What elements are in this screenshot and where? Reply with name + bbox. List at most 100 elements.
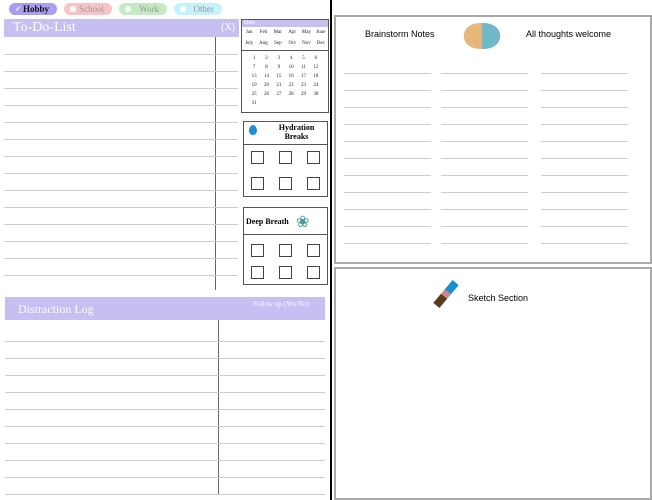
month-dec[interactable]: Dec	[314, 41, 328, 46]
day[interactable]: 21	[273, 83, 285, 88]
day[interactable]: 28	[285, 92, 297, 97]
checkbox[interactable]	[251, 244, 264, 257]
month-apr[interactable]: Apr	[285, 30, 299, 35]
breath-title: Deep Breath	[246, 217, 289, 226]
tag-label: Hobby	[22, 4, 49, 14]
todo-header: To-Do-List (X)	[4, 19, 239, 37]
day[interactable]: 12	[310, 65, 322, 70]
distraction-line	[5, 477, 325, 478]
tag-other[interactable]: Other	[174, 3, 222, 15]
tag-label: School	[78, 4, 104, 14]
month-may[interactable]: May	[299, 30, 313, 35]
checkbox[interactable]	[307, 244, 320, 257]
checkbox[interactable]	[307, 177, 320, 190]
distraction-line	[5, 392, 325, 393]
followup-label: Follow up (Yes/No)	[253, 300, 309, 308]
tag-work[interactable]: Work	[119, 3, 167, 15]
day[interactable]: 18	[310, 74, 322, 79]
note-line	[344, 141, 431, 142]
day[interactable]: 5	[297, 56, 309, 61]
checkbox[interactable]	[251, 266, 264, 279]
checkbox[interactable]	[307, 266, 320, 279]
day[interactable]: 24	[310, 83, 322, 88]
todo-line	[4, 71, 238, 72]
month-jan[interactable]: Jan	[242, 30, 256, 35]
checkbox[interactable]	[279, 177, 292, 190]
day[interactable]: 16	[285, 74, 297, 79]
note-line	[541, 226, 628, 227]
day[interactable]: 25	[248, 92, 260, 97]
day[interactable]: 15	[273, 74, 285, 79]
note-line	[541, 107, 628, 108]
note-line	[344, 107, 431, 108]
note-line	[541, 90, 628, 91]
day[interactable]: 29	[297, 92, 309, 97]
distraction-line	[5, 426, 325, 427]
month-mar[interactable]: Mar	[271, 30, 285, 35]
day[interactable]: 13	[248, 74, 260, 79]
day[interactable]: 3	[273, 56, 285, 61]
distraction-line	[5, 341, 325, 342]
todo-line	[4, 275, 238, 276]
tag-hobby[interactable]: ✓ Hobby	[9, 3, 57, 15]
day[interactable]: 27	[273, 92, 285, 97]
day[interactable]: 26	[260, 92, 272, 97]
distraction-line	[5, 460, 325, 461]
day[interactable]: 17	[297, 74, 309, 79]
note-line	[344, 192, 431, 193]
day[interactable]: 9	[273, 65, 285, 70]
breath-box: Deep Breath ❀	[243, 207, 328, 285]
day[interactable]: 11	[297, 65, 309, 70]
month-aug[interactable]: Aug	[256, 41, 270, 46]
day[interactable]: 19	[248, 83, 260, 88]
day[interactable]: 8	[260, 65, 272, 70]
note-line	[344, 90, 431, 91]
note-line	[441, 226, 528, 227]
checkbox[interactable]	[251, 177, 264, 190]
note-line	[541, 209, 628, 210]
sketch-panel[interactable]: Sketch Section	[334, 267, 652, 500]
note-line	[344, 175, 431, 176]
distraction-title: Distraction Log	[18, 302, 94, 316]
todo-divider	[215, 37, 216, 290]
day[interactable]: 7	[248, 65, 260, 70]
day[interactable]: 22	[285, 83, 297, 88]
month-june[interactable]: June	[314, 30, 328, 35]
checkbox[interactable]	[279, 151, 292, 164]
lotus-icon: ❀	[296, 214, 310, 231]
checkbox[interactable]	[251, 151, 264, 164]
note-line	[344, 73, 431, 74]
note-line	[541, 175, 628, 176]
day[interactable]: 1	[248, 56, 260, 61]
day[interactable]: 14	[260, 74, 272, 79]
checkbox[interactable]	[279, 244, 292, 257]
month-feb[interactable]: Feb	[256, 30, 270, 35]
day[interactable]: 4	[285, 56, 297, 61]
note-line	[441, 158, 528, 159]
day[interactable]: 6	[310, 56, 322, 61]
day[interactable]: 23	[297, 83, 309, 88]
paintbrush-icon	[433, 279, 459, 309]
month-nov[interactable]: Nov	[299, 41, 313, 46]
month-july[interactable]: July	[242, 41, 256, 46]
day[interactable]: 31	[248, 101, 260, 106]
distraction-header: Distraction Log Follow up (Yes/No)	[5, 297, 325, 320]
tag-school[interactable]: School	[64, 3, 112, 15]
note-line	[541, 73, 628, 74]
day[interactable]: 2	[260, 56, 272, 61]
checkbox[interactable]	[307, 151, 320, 164]
distraction-line	[5, 358, 325, 359]
month-oct[interactable]: Oct	[285, 41, 299, 46]
todo-line	[4, 173, 238, 174]
calendar: Date Jan Feb Mar Apr May June July Aug Sep Oct Nov…	[241, 19, 329, 113]
day[interactable]: 20	[260, 83, 272, 88]
tag-label: Other	[193, 4, 215, 14]
checkbox[interactable]	[279, 266, 292, 279]
todo-line	[4, 156, 238, 157]
calendar-title: Date	[242, 20, 328, 27]
day[interactable]: 30	[310, 92, 322, 97]
radio-icon	[70, 6, 76, 12]
day[interactable]: 10	[285, 65, 297, 70]
month-sep[interactable]: Sep	[271, 41, 285, 46]
note-line	[441, 141, 528, 142]
